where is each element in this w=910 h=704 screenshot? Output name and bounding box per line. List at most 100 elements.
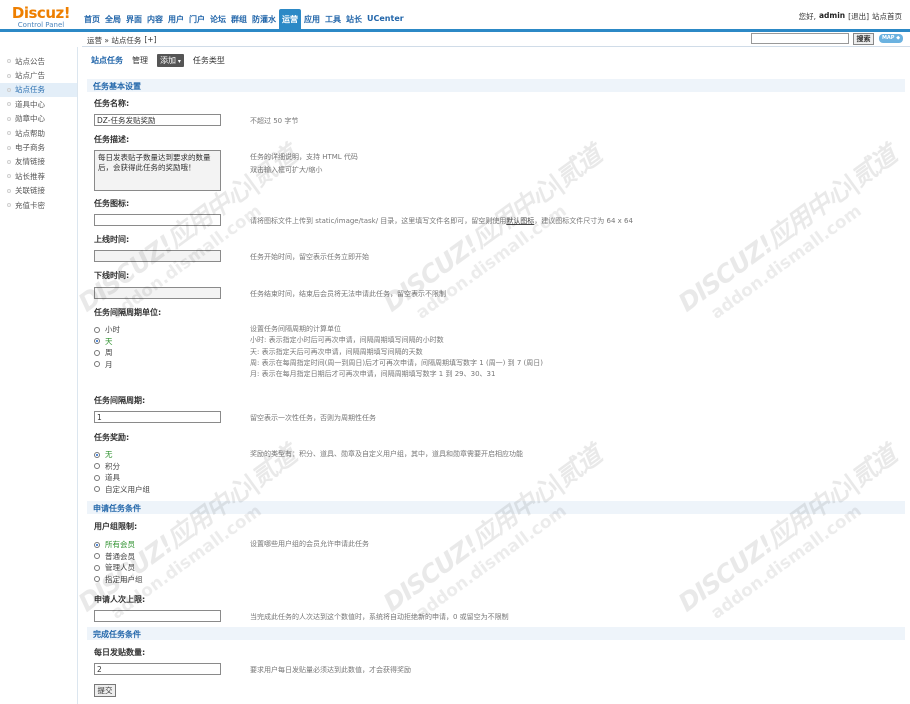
- usergroup-specified-radio[interactable]: 指定用户组: [94, 574, 143, 586]
- sidebar-item-magic[interactable]: 道具中心: [0, 97, 77, 111]
- radio-label: 周: [105, 348, 113, 358]
- bullet-icon: [7, 131, 11, 136]
- radio-checked-icon: [94, 541, 100, 548]
- nav-safe[interactable]: 防灌水: [250, 9, 278, 32]
- start-time-input[interactable]: [94, 250, 221, 262]
- tab-task-types[interactable]: 任务类型: [193, 55, 225, 66]
- map-button[interactable]: MAP ◆: [879, 34, 903, 43]
- sidebar-item-label: 道具中心: [15, 99, 45, 109]
- period-input[interactable]: 1: [94, 411, 221, 423]
- nav-style[interactable]: 界面: [124, 9, 144, 32]
- nav-founder[interactable]: 站长: [344, 9, 364, 32]
- usergroup-normal-radio[interactable]: 普通会员: [94, 551, 143, 563]
- nav-content[interactable]: 内容: [145, 9, 165, 32]
- search-button[interactable]: 搜索: [853, 33, 874, 45]
- search-input[interactable]: [751, 33, 849, 44]
- user-info: 您好, admin [退出] 站点首页: [799, 11, 902, 22]
- bullet-icon: [7, 116, 11, 121]
- period-unit-hint-line: 月: 表示在每月指定日期后才可再次申请，间隔周期填写数字 1 到 29、30、3…: [250, 370, 496, 379]
- daily-posts-hint: 要求用户每日发贴量必须达到此数值，才会获得奖励: [250, 666, 411, 674]
- daily-posts-input[interactable]: 2: [94, 663, 221, 675]
- nav-group[interactable]: 群组: [229, 9, 249, 32]
- logo-subtitle: Control Panel: [17, 21, 65, 29]
- header: Discuz! Control Panel 首页 全局 界面 内容 用户 门户 …: [0, 0, 910, 32]
- period-unit-hour-radio[interactable]: 小时: [94, 324, 120, 336]
- period-unit-week-radio[interactable]: 周: [94, 347, 120, 359]
- daily-posts-label: 每日发贴数量:: [94, 648, 146, 657]
- reward-magic-radio[interactable]: 道具: [94, 472, 150, 484]
- start-time-hint: 任务开始时间，留空表示任务立即开始: [250, 253, 369, 261]
- sidebar-item-label: 勋章中心: [15, 114, 45, 124]
- period-unit-hint-line: 天: 表示指定天后可再次申请，间隔周期填写间隔的天数: [250, 347, 423, 356]
- radio-icon: [94, 486, 100, 493]
- nav-plugin[interactable]: 应用: [302, 9, 322, 32]
- breadcrumb-bar: 运营 » 站点任务 [+] 搜索 MAP ◆: [82, 32, 910, 47]
- logout-link[interactable]: [退出]: [848, 11, 869, 22]
- tab-manage[interactable]: 管理: [132, 55, 148, 66]
- radio-label: 天: [105, 336, 113, 346]
- nav-global[interactable]: 全局: [103, 9, 123, 32]
- sidebar-item-tasks[interactable]: 站点任务: [0, 82, 77, 98]
- sidebar-item-cardpass[interactable]: 充值卡密: [0, 198, 77, 212]
- sidebar-item-medals[interactable]: 勋章中心: [0, 112, 77, 126]
- period-unit-month-radio[interactable]: 月: [94, 359, 120, 371]
- bullet-icon: [7, 188, 11, 193]
- sidebar-item-help[interactable]: 站点帮助: [0, 126, 77, 140]
- nav-ucenter[interactable]: UCenter: [365, 9, 406, 32]
- sidebar-item-label: 站点帮助: [15, 128, 45, 138]
- reward-credits-radio[interactable]: 积分: [94, 461, 150, 473]
- top-navigation: 首页 全局 界面 内容 用户 门户 论坛 群组 防灌水 运营 应用 工具 站长 …: [82, 9, 407, 32]
- nav-user[interactable]: 用户: [166, 9, 186, 32]
- nav-portal[interactable]: 门户: [187, 9, 207, 32]
- bullet-icon: [7, 73, 11, 78]
- apply-limit-input[interactable]: [94, 610, 221, 622]
- nav-tools[interactable]: 工具: [323, 9, 343, 32]
- tab-add-dropdown[interactable]: 添加: [157, 54, 184, 67]
- add-to-favorites-link[interactable]: [+]: [144, 35, 156, 46]
- radio-icon: [94, 553, 100, 560]
- nav-extended[interactable]: 运营: [279, 9, 301, 32]
- sidebar-item-friendlinks[interactable]: 友情链接: [0, 155, 77, 169]
- bullet-icon: [7, 145, 11, 150]
- end-time-input[interactable]: [94, 287, 221, 299]
- task-desc-textarea[interactable]: 每日发表贴子数量达到要求的数量后，会获得此任务的奖励哦！: [94, 150, 221, 191]
- reward-hint: 奖励的类型有：积分、道具、勋章及自定义用户组，其中，道具和勋章需要开启相应功能: [250, 450, 523, 458]
- section-complete-conditions: 完成任务条件: [87, 627, 905, 640]
- radio-label: 普通会员: [105, 551, 135, 561]
- radio-label: 自定义用户组: [105, 484, 150, 494]
- sidebar-item-label: 电子商务: [15, 143, 45, 153]
- task-desc-hint-html: 任务的详细说明，支持 HTML 代码: [250, 153, 358, 161]
- submit-button[interactable]: 提交: [94, 684, 116, 697]
- discuz-logo[interactable]: Discuz! Control Panel: [8, 6, 74, 30]
- sidebar-item-recommend[interactable]: 站长推荐: [0, 169, 77, 183]
- site-home-link[interactable]: 站点首页: [872, 11, 902, 22]
- nav-home[interactable]: 首页: [82, 9, 102, 32]
- usergroup-admin-radio[interactable]: 管理人员: [94, 562, 143, 574]
- radio-label: 所有会员: [105, 540, 135, 550]
- sidebar-item-ads[interactable]: 站点广告: [0, 68, 77, 82]
- sidebar-item-label: 关联链接: [15, 186, 45, 196]
- radio-label: 无: [105, 450, 113, 460]
- sidebar-item-label: 站长推荐: [15, 171, 45, 181]
- reward-usergroup-radio[interactable]: 自定义用户组: [94, 484, 150, 496]
- default-icon-link[interactable]: 默认图标: [506, 217, 534, 225]
- task-name-input[interactable]: DZ-任务发贴奖励: [94, 114, 221, 126]
- period-unit-hints: 设置任务间隔周期的计算单位 小时: 表示指定小时后可再次申请，间隔周期填写间隔的…: [250, 324, 543, 380]
- task-icon-hint-text: 请将图标文件上传到 static/image/task/ 目录，这里填写文件名即…: [250, 217, 507, 225]
- radio-label: 积分: [105, 461, 120, 471]
- tab-bar: 站点任务 管理 添加 任务类型: [91, 54, 225, 67]
- sidebar-item-announcement[interactable]: 站点公告: [0, 54, 77, 68]
- radio-label: 指定用户组: [105, 574, 143, 584]
- sidebar-item-ec[interactable]: 电子商务: [0, 140, 77, 154]
- nav-forum[interactable]: 论坛: [208, 9, 228, 32]
- sidebar-item-relatedlinks[interactable]: 关联链接: [0, 184, 77, 198]
- usergroup-all-radio[interactable]: 所有会员: [94, 539, 143, 551]
- task-desc-label: 任务描述:: [94, 135, 130, 144]
- reward-none-radio[interactable]: 无: [94, 449, 150, 461]
- sidebar: 站点公告 站点广告 站点任务 道具中心 勋章中心 站点帮助 电子商务 友情链接 …: [0, 47, 78, 704]
- period-unit-day-radio[interactable]: 天: [94, 336, 120, 348]
- task-icon-input[interactable]: [94, 214, 221, 226]
- period-hint: 留空表示一次性任务，否则为周期性任务: [250, 414, 376, 422]
- tab-title: 站点任务: [91, 56, 123, 65]
- sidebar-item-label: 站点公告: [15, 56, 45, 66]
